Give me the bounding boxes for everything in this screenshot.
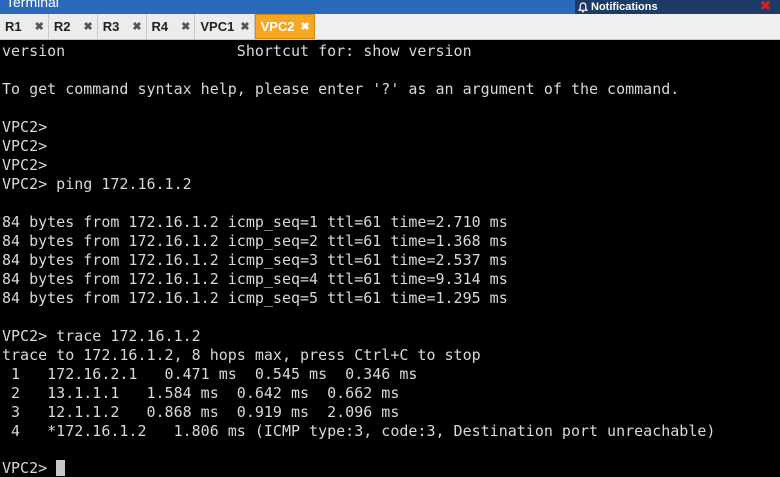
terminal-line: 84 bytes from 172.16.1.2 icmp_seq=4 ttl=… — [2, 270, 508, 288]
notifications-label: Notifications — [591, 1, 658, 13]
prompt-line[interactable]: VPC2> — [2, 459, 66, 477]
terminal-line: 84 bytes from 172.16.1.2 icmp_seq=3 ttl=… — [2, 251, 508, 269]
terminal-line: 2 13.1.1.1 1.584 ms 0.642 ms 0.662 ms — [2, 384, 400, 402]
terminal-line: VPC2> — [2, 118, 48, 136]
close-tab-icon[interactable]: ✖ — [83, 20, 92, 33]
terminal-line: 1 172.16.2.1 0.471 ms 0.545 ms 0.346 ms — [2, 365, 418, 383]
close-tab-icon[interactable]: ✖ — [240, 20, 249, 33]
tab-label: VPC2 — [260, 19, 295, 34]
text-cursor — [56, 460, 66, 476]
prompt-text: VPC2> — [2, 459, 57, 477]
terminal-line: trace to 172.16.1.2, 8 hops max, press C… — [2, 346, 481, 364]
tab-label: R1 — [5, 19, 22, 34]
tab-r2[interactable]: R2 ✖ — [48, 14, 98, 39]
tab-label: R4 — [151, 19, 169, 34]
tab-vpc2[interactable]: VPC2 ✖ — [254, 14, 315, 39]
tab-r3[interactable]: R3 ✖ — [97, 14, 147, 39]
notifications-panel-header[interactable]: Notifications ✖ — [575, 0, 780, 14]
bell-icon — [578, 1, 588, 13]
close-tab-icon[interactable]: ✖ — [301, 20, 310, 33]
terminal-line: VPC2> ping 172.16.1.2 — [2, 175, 192, 193]
terminal-line: 84 bytes from 172.16.1.2 icmp_seq=2 ttl=… — [2, 232, 508, 250]
terminal-line: VPC2> trace 172.16.1.2 — [2, 327, 201, 345]
terminal-line: 3 12.1.1.2 0.868 ms 0.919 ms 2.096 ms — [2, 403, 400, 421]
terminal-output[interactable]: version Shortcut for: show version To ge… — [0, 40, 780, 477]
tab-bar: R1 ✖ R2 ✖ R3 ✖ R4 ✖ VPC1 ✖ VPC2 ✖ — [0, 14, 780, 40]
close-notifications-icon[interactable]: ✖ — [760, 0, 771, 14]
terminal-line: VPC2> — [2, 156, 48, 174]
terminal-line: VPC2> — [2, 137, 48, 155]
terminal-line: To get command syntax help, please enter… — [2, 80, 680, 98]
title-bar: Terminal Notifications ✖ — [0, 0, 780, 14]
terminal-line: 84 bytes from 172.16.1.2 icmp_seq=5 ttl=… — [2, 289, 508, 307]
window-title: Terminal — [6, 0, 59, 10]
tab-label: R2 — [53, 19, 71, 34]
tab-label: R3 — [102, 19, 120, 34]
tab-vpc1[interactable]: VPC1 ✖ — [195, 14, 255, 39]
close-tab-icon[interactable]: ✖ — [35, 20, 44, 33]
tab-label: VPC1 — [200, 19, 235, 34]
tab-r4[interactable]: R4 ✖ — [146, 14, 196, 39]
terminal-line: 4 *172.16.1.2 1.806 ms (ICMP type:3, cod… — [2, 422, 716, 440]
terminal-app: Terminal Notifications ✖ R1 ✖ R2 ✖ R3 ✖ — [0, 0, 780, 477]
terminal-line: 84 bytes from 172.16.1.2 icmp_seq=1 ttl=… — [2, 213, 508, 231]
terminal-line: version Shortcut for: show version — [2, 42, 472, 60]
tab-r1[interactable]: R1 ✖ — [0, 14, 49, 39]
close-tab-icon[interactable]: ✖ — [181, 20, 190, 33]
close-tab-icon[interactable]: ✖ — [132, 20, 141, 33]
